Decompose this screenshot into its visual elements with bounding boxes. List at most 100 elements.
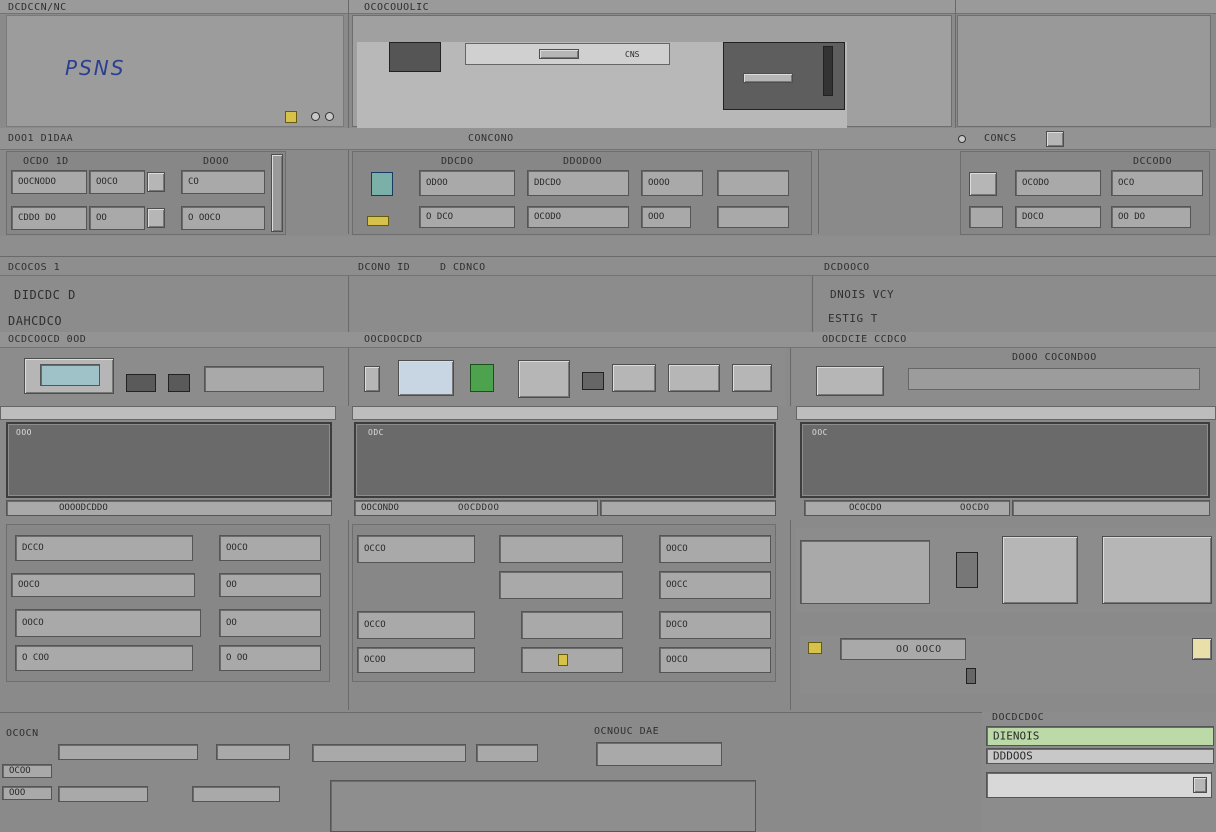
row1-right-button[interactable] bbox=[1046, 131, 1064, 147]
grid1-a-field-4[interactable]: CDDO DO bbox=[11, 206, 87, 230]
monitor-a[interactable]: OOO bbox=[6, 422, 332, 498]
lower-c-btn-2[interactable] bbox=[1002, 536, 1078, 604]
row5-mid-btn-2[interactable] bbox=[398, 360, 454, 396]
lower-a-row-4[interactable]: O COO bbox=[15, 645, 193, 671]
grid1-b-icon2[interactable] bbox=[367, 216, 389, 226]
grid1-b-field-3[interactable]: OOOO bbox=[641, 170, 703, 196]
screens-top-bar bbox=[352, 406, 778, 420]
row5-right-bar[interactable] bbox=[908, 368, 1200, 390]
grid1-a-field-6[interactable]: O OOCO bbox=[181, 206, 265, 230]
row4-mid-label: OOCDOCDCD bbox=[364, 334, 423, 345]
grid1-c-field-5[interactable]: OO DO bbox=[1111, 206, 1191, 228]
status-dot-icon bbox=[311, 112, 320, 121]
bottom-btn-6[interactable] bbox=[476, 744, 538, 762]
grid1-c-icon[interactable] bbox=[969, 172, 997, 196]
row5-mid-btn-4[interactable] bbox=[518, 360, 570, 398]
monitor-a-foot[interactable]: OOOODCDDO bbox=[6, 500, 332, 516]
lower-b-row-3[interactable]: OCOO bbox=[357, 647, 475, 673]
row5-mid-btn-7[interactable] bbox=[668, 364, 720, 392]
lower-b-mid-1[interactable] bbox=[499, 535, 623, 563]
grid1-c-field-4[interactable]: DOCO bbox=[1015, 206, 1101, 228]
bottom-mid-field[interactable] bbox=[596, 742, 722, 766]
grid1-c-field-2[interactable]: OCO bbox=[1111, 170, 1203, 196]
lower-b-right-2[interactable]: OOCC bbox=[659, 571, 771, 599]
monitor-b-foot-2[interactable] bbox=[600, 500, 776, 516]
bottom-left-a[interactable]: OCOO bbox=[2, 764, 52, 778]
row5-mid-btn-6[interactable] bbox=[612, 364, 656, 392]
grid1-a-field-2[interactable]: OOCO bbox=[89, 170, 145, 194]
bottom-btn-2[interactable] bbox=[216, 744, 290, 760]
bottom-right-value-1[interactable]: DIENOIS bbox=[986, 726, 1214, 746]
grid1-b-field-4[interactable]: O DCO bbox=[419, 206, 515, 228]
grid1-b-field-1[interactable]: ODOO bbox=[419, 170, 515, 196]
tray-button[interactable] bbox=[539, 49, 579, 59]
display-button-screen bbox=[40, 364, 100, 386]
grid1-left: OCDO 1D DOOO OOCNODO OOCO CO CDDO DO OO … bbox=[6, 151, 286, 235]
lower-b-right-4[interactable]: OOCO bbox=[659, 647, 771, 673]
lower-a-row-3[interactable]: OOCO bbox=[15, 609, 201, 637]
monitor-c[interactable]: OOC bbox=[800, 422, 1210, 498]
row5-mid-btn-5[interactable] bbox=[582, 372, 604, 390]
screens-top-bar bbox=[0, 406, 336, 420]
row3-left-a: DIDCDC D bbox=[14, 288, 76, 302]
grid1-a-btn-1[interactable] bbox=[147, 172, 165, 192]
lower-b-mid-3[interactable] bbox=[521, 611, 623, 639]
grid1-b-head: DDCDO bbox=[441, 156, 474, 167]
bottom-right-panel: DOCDCDOC DIENOIS DDDOOS bbox=[982, 712, 1216, 832]
grid1-a-btn-2[interactable] bbox=[147, 208, 165, 228]
row5-mid-btn-3[interactable] bbox=[470, 364, 494, 392]
grid1-b-field-6[interactable]: OOO bbox=[641, 206, 691, 228]
row1-mid-label: CONCONO bbox=[468, 133, 514, 144]
row5-right-btn-1[interactable] bbox=[816, 366, 884, 396]
status-button[interactable] bbox=[1192, 638, 1212, 660]
row5-left-btn-1[interactable] bbox=[126, 374, 156, 392]
bottom-btn-5[interactable] bbox=[312, 744, 466, 762]
bottom-left-b[interactable]: OOO bbox=[2, 786, 52, 800]
lower-a2-row-2[interactable]: OO bbox=[219, 573, 321, 597]
lower-c-field-1[interactable] bbox=[800, 540, 930, 604]
monitor-b[interactable]: ODC bbox=[354, 422, 776, 498]
lower-c-btn[interactable] bbox=[956, 552, 978, 588]
grid1-b-field-7[interactable] bbox=[717, 170, 789, 196]
grid1-a-slider[interactable] bbox=[271, 154, 283, 232]
lower-b-mid-4[interactable] bbox=[521, 647, 623, 673]
bottom-btn-4[interactable] bbox=[192, 786, 280, 802]
lower-c-btn-3[interactable] bbox=[1102, 536, 1212, 604]
grid1-c-head: DCCODO bbox=[1133, 156, 1173, 167]
grid1-b-icon[interactable] bbox=[371, 172, 393, 196]
bottom-big-area[interactable] bbox=[330, 780, 756, 832]
bottom-right-input[interactable] bbox=[986, 772, 1212, 798]
lower-b-right-1[interactable]: OOCO bbox=[659, 535, 771, 563]
grid1-b-field-5[interactable]: OCODO bbox=[527, 206, 629, 228]
grid1-a-field-5[interactable]: OO bbox=[89, 206, 145, 230]
row5-mid-btn-1[interactable] bbox=[364, 366, 380, 392]
lower-b-right-3[interactable]: DOCO bbox=[659, 611, 771, 639]
lower-b-row-1[interactable]: OCCO bbox=[357, 535, 475, 563]
lower-a2-row-4[interactable]: O OO bbox=[219, 645, 321, 671]
grid1-b-field-2[interactable]: DDCDO bbox=[527, 170, 629, 196]
row5-left-btn-2[interactable] bbox=[168, 374, 190, 392]
eject-button[interactable] bbox=[743, 73, 793, 83]
lower-b-row-2[interactable]: OCCO bbox=[357, 611, 475, 639]
grid1-c-field-1[interactable]: OCODO bbox=[1015, 170, 1101, 196]
row5-mid bbox=[350, 348, 786, 406]
monitor-c-foot-2[interactable] bbox=[1012, 500, 1210, 516]
lower-a2-row-1[interactable]: OOCO bbox=[219, 535, 321, 561]
grid1-c-field-3[interactable] bbox=[969, 206, 1003, 228]
folder-icon[interactable] bbox=[285, 111, 297, 123]
lower-b-mid-2[interactable] bbox=[499, 571, 623, 599]
row5-left-field[interactable] bbox=[204, 366, 324, 392]
grid1-a-field-3[interactable]: CO bbox=[181, 170, 265, 194]
lower-a-row-1[interactable]: DCCO bbox=[15, 535, 193, 561]
grid1-b-field-8[interactable] bbox=[717, 206, 789, 228]
row5-mid-btn-8[interactable] bbox=[732, 364, 772, 392]
lower-a2-row-3[interactable]: OO bbox=[219, 609, 321, 637]
bottom-right-input-button[interactable] bbox=[1193, 777, 1207, 793]
lower-a-row-2[interactable]: OOCO bbox=[11, 573, 195, 597]
bottom-btn-1[interactable] bbox=[58, 744, 198, 760]
grid1-a-field-1[interactable]: OOCNODO bbox=[11, 170, 87, 194]
bottom-btn-3[interactable] bbox=[58, 786, 148, 802]
row4-strip bbox=[0, 332, 1216, 348]
bottom-right-value-2[interactable]: DDDOOS bbox=[986, 748, 1214, 764]
status-toggle[interactable] bbox=[966, 668, 976, 684]
